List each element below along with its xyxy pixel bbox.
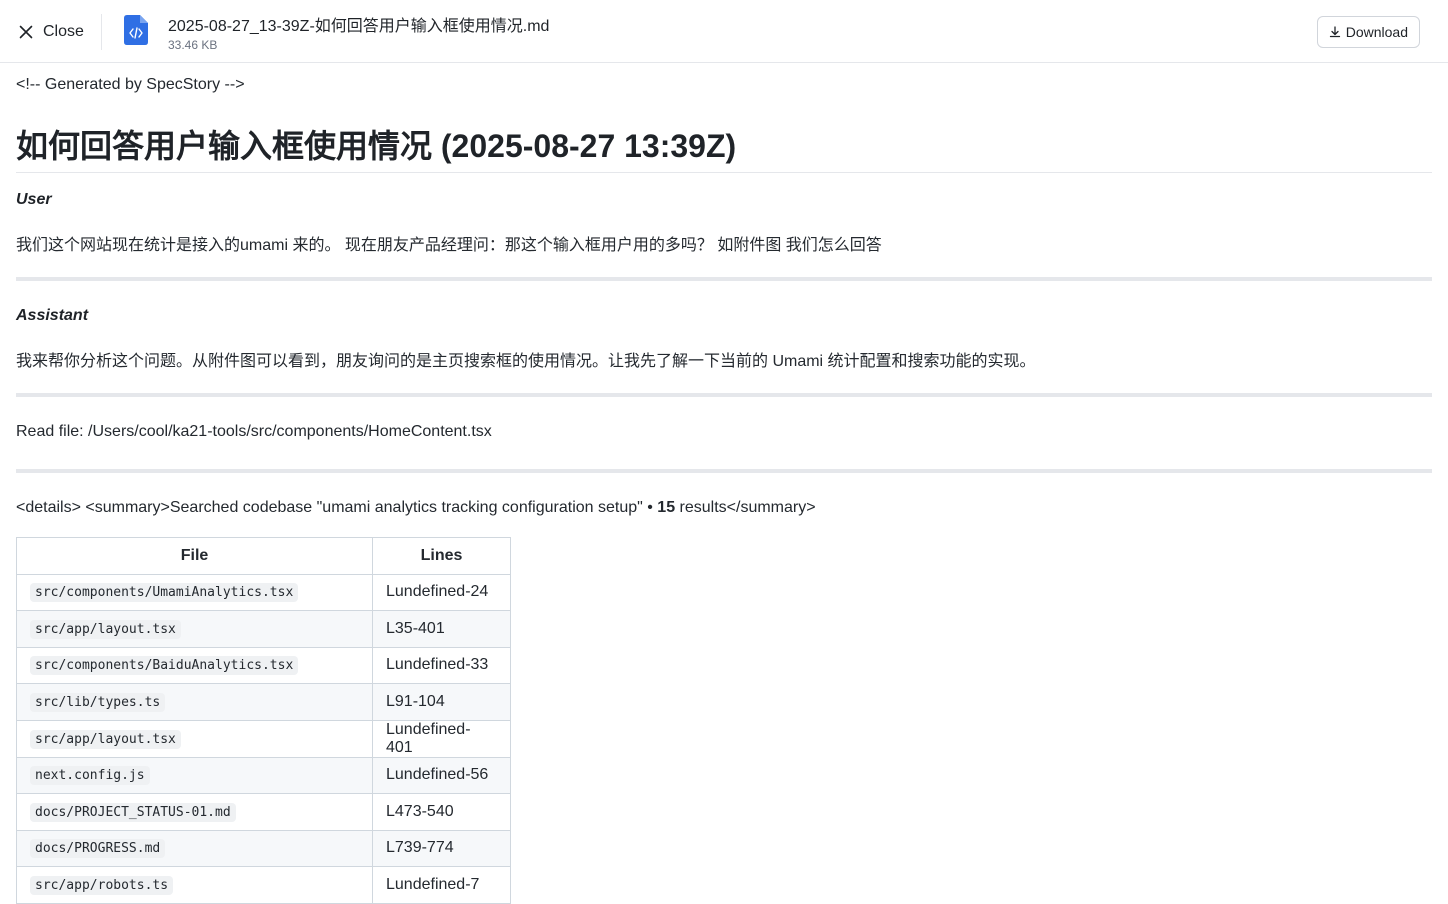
close-label: Close	[43, 23, 84, 40]
close-icon	[19, 25, 33, 39]
download-label: Download	[1345, 24, 1408, 40]
column-header-lines: Lines	[372, 537, 511, 575]
title-underline	[16, 172, 1432, 173]
separator	[16, 393, 1432, 397]
file-path: src/lib/types.ts	[30, 692, 166, 712]
table-row: docs/PROGRESS.md L739-774	[16, 829, 511, 867]
table-row: next.config.js Lundefined-56	[16, 756, 511, 794]
search-summary-suffix: results</summary>	[675, 499, 816, 516]
search-result-count: 15	[657, 499, 676, 516]
separator	[16, 277, 1432, 281]
lines-cell: L91-104	[372, 683, 511, 721]
file-cell: src/lib/types.ts	[16, 683, 373, 721]
file-path: docs/PROJECT_STATUS-01.md	[30, 802, 236, 822]
search-summary: <details> <summary>Searched codebase "um…	[16, 499, 816, 517]
top-bar: Close 2025-08-27_13-39Z-如何回答用户输入框使用情况.md…	[0, 0, 1448, 63]
close-button[interactable]: Close	[10, 12, 92, 52]
table-row: src/app/layout.tsx Lundefined-401	[16, 719, 511, 758]
user-role-label: User	[16, 191, 52, 208]
file-cell: src/app/robots.ts	[16, 866, 373, 904]
assistant-role-label: Assistant	[16, 307, 89, 324]
separator	[16, 469, 1432, 473]
table-row: src/app/robots.ts Lundefined-7	[16, 866, 511, 904]
download-button[interactable]: Download	[1316, 16, 1420, 48]
table-row: src/lib/types.ts L91-104	[16, 683, 511, 721]
table-row: src/components/BaiduAnalytics.tsx Lundef…	[16, 646, 511, 684]
lines-cell: Lundefined-7	[372, 866, 511, 904]
file-path: src/app/layout.tsx	[30, 729, 181, 749]
read-file-line: Read file: /Users/cool/ka21-tools/src/co…	[16, 423, 492, 440]
file-cell: src/components/BaiduAnalytics.tsx	[16, 646, 373, 684]
search-results-table: File Lines src/components/UmamiAnalytics…	[16, 537, 511, 904]
file-path: src/components/BaiduAnalytics.tsx	[30, 656, 299, 676]
file-path: next.config.js	[30, 766, 150, 786]
lines-cell: Lundefined-33	[372, 646, 511, 684]
file-cell: src/components/UmamiAnalytics.tsx	[16, 573, 373, 611]
file-path: src/app/layout.tsx	[30, 619, 181, 639]
file-cell: docs/PROJECT_STATUS-01.md	[16, 793, 373, 831]
file-cell: src/app/layout.tsx	[16, 719, 373, 758]
file-path: src/components/UmamiAnalytics.tsx	[30, 583, 299, 603]
table-row: docs/PROJECT_STATUS-01.md L473-540	[16, 793, 511, 831]
lines-cell: L739-774	[372, 829, 511, 867]
file-cell: src/app/layout.tsx	[16, 610, 373, 648]
assistant-message: 我来帮你分析这个问题。从附件图可以看到，朋友询问的是主页搜索框的使用情况。让我先…	[16, 353, 1036, 370]
table-row: src/app/layout.tsx L35-401	[16, 610, 511, 648]
toolbar-divider	[101, 14, 102, 50]
lines-cell: L473-540	[372, 793, 511, 831]
code-file-icon	[124, 15, 148, 45]
file-path: docs/PROGRESS.md	[30, 839, 166, 859]
generator-comment: <!-- Generated by SpecStory -->	[16, 76, 245, 93]
page-title: 如何回答用户输入框使用情况 (2025-08-27 13:39Z)	[16, 128, 737, 164]
file-name: 2025-08-27_13-39Z-如何回答用户输入框使用情况.md	[168, 18, 550, 35]
user-message: 我们这个网站现在统计是接入的umami 来的。 现在朋友产品经理问：那这个输入框…	[16, 237, 882, 254]
file-path: src/app/robots.ts	[30, 875, 174, 895]
lines-cell: L35-401	[372, 610, 511, 648]
file-cell: next.config.js	[16, 756, 373, 794]
file-size: 33.46 KB	[168, 38, 218, 52]
lines-cell: Lundefined-56	[372, 756, 511, 794]
file-cell: docs/PROGRESS.md	[16, 829, 373, 867]
search-summary-prefix: <details> <summary>Searched codebase "um…	[16, 499, 658, 516]
table-header-row: File Lines	[16, 537, 511, 575]
column-header-file: File	[16, 537, 373, 575]
lines-cell: Lundefined-401	[372, 719, 511, 758]
table-row: src/components/UmamiAnalytics.tsx Lundef…	[16, 573, 511, 611]
download-icon	[1329, 26, 1340, 38]
lines-cell: Lundefined-24	[372, 573, 511, 611]
